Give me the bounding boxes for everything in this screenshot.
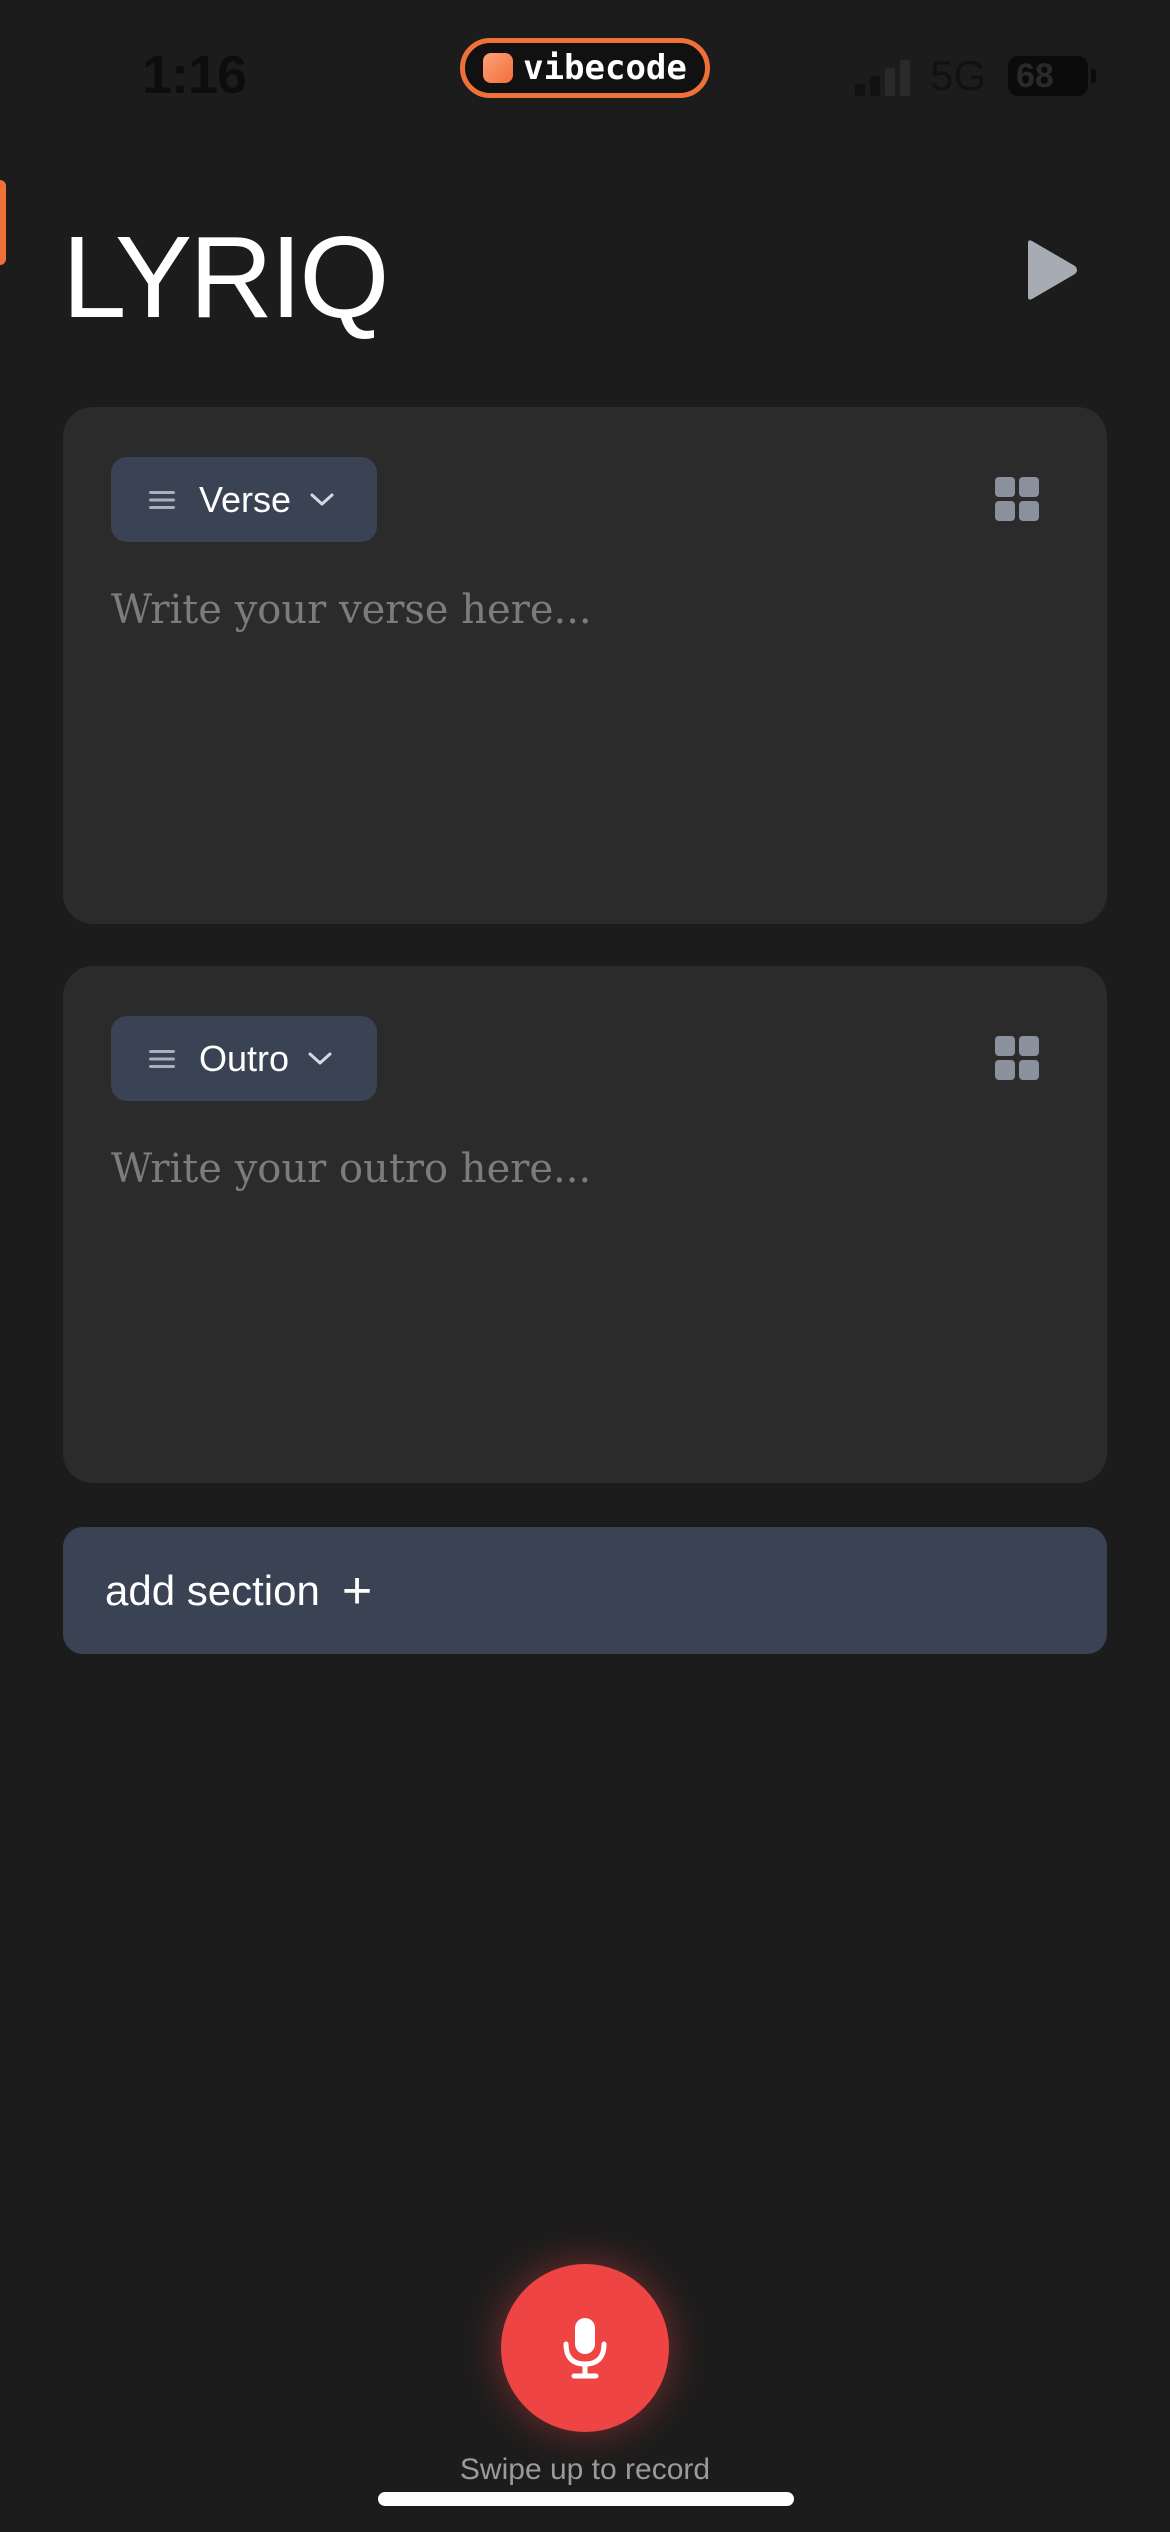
vibecode-logo-icon (483, 53, 514, 83)
lyrics-input-outro[interactable] (111, 1146, 1051, 1436)
vibecode-island[interactable]: vibecode (460, 38, 710, 98)
section-type-selector[interactable]: Outro (111, 1016, 377, 1101)
grid-icon[interactable] (995, 1036, 1039, 1080)
grid-icon[interactable] (995, 477, 1039, 521)
section-card-verse: Verse (63, 407, 1107, 924)
section-card-outro: Outro (63, 966, 1107, 1483)
edge-accent (0, 180, 6, 265)
app-screen: 1:16 vibecode 5G 68 LYRIQ Verse Write yo… (0, 0, 1170, 2532)
section-type-label: Outro (199, 1037, 290, 1079)
add-section-label: add section (105, 1566, 320, 1614)
app-title: LYRIQ (62, 212, 390, 342)
play-button[interactable] (1015, 235, 1085, 305)
status-bar: 1:16 vibecode 5G 68 (0, 0, 1170, 140)
network-type: 5G (930, 52, 987, 99)
plus-icon: + (341, 1561, 373, 1620)
record-button[interactable] (501, 2264, 669, 2432)
record-hint: Swipe up to record (459, 2453, 711, 2486)
add-section-button[interactable]: add section + (63, 1527, 1107, 1654)
battery-icon: 68 (1008, 56, 1096, 96)
chevron-down-icon (308, 1052, 332, 1064)
section-type-selector[interactable]: Verse (111, 457, 377, 542)
section-type-label: Verse (199, 478, 292, 520)
cellular-signal-icon (855, 60, 915, 96)
status-time: 1:16 (142, 45, 247, 105)
drag-handle-icon (149, 1049, 175, 1068)
battery-level: 68 (1016, 56, 1054, 95)
home-indicator[interactable] (378, 2492, 794, 2506)
chevron-down-icon (310, 493, 334, 505)
drag-handle-icon (149, 490, 175, 509)
play-icon (1028, 240, 1077, 300)
microphone-icon (563, 2318, 607, 2379)
battery-cap (1091, 69, 1096, 83)
lyrics-input-verse[interactable] (111, 587, 1051, 877)
island-label: vibecode (523, 48, 687, 88)
